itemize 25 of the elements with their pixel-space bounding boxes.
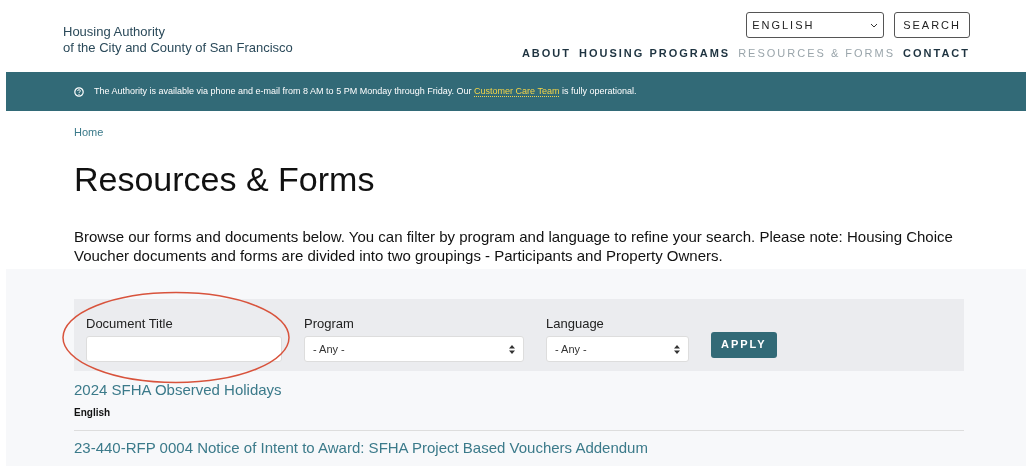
intro-paragraph: Browse our forms and documents below. You can filter by program and language to refine your search. Please note: Housing Choice Voucher documents and forms are divided into two groupings - Participants and Property Owners. (74, 226, 954, 265)
document-language: English (74, 406, 112, 420)
site-logo-text[interactable]: Housing Authority of the City and County of San Francisco (63, 0, 293, 72)
sort-arrows-icon (674, 344, 680, 354)
help-icon (74, 86, 84, 97)
filter-label: Document Title (86, 314, 174, 333)
document-link[interactable]: 23-440-RFP 0004 Notice of Intent to Award: SFHA Project Based Vouchers Addendum (74, 437, 964, 460)
nav-link[interactable]: ABOUT (521, 45, 571, 62)
nav-link[interactable]: CONTACT (903, 45, 970, 62)
customer-care-link[interactable]: Customer Care Team (474, 85, 560, 97)
nav-link[interactable]: HOUSING PROGRAMS (579, 45, 731, 62)
document-link[interactable]: 2024 SFHA Observed Holidays (74, 378, 964, 401)
language-select[interactable]: ENGLISH (746, 12, 885, 38)
apply-button[interactable]: APPLY (711, 331, 777, 358)
chevron-down-icon (870, 22, 879, 28)
search-button[interactable]: SEARCH (894, 12, 970, 38)
filter-select[interactable]: - Any - (546, 336, 689, 362)
filter-label: Program (304, 314, 355, 333)
filter-select[interactable]: - Any - (304, 336, 524, 362)
document-title-field[interactable] (86, 336, 282, 362)
breadcrumb-link[interactable]: Home (74, 124, 104, 141)
page-title: Resources & Forms (74, 158, 376, 199)
notice-text: The Authority is available via phone and e-mail from 8 AM to 5 PM Monday through Friday. Our Customer Care Team is fully operational. (94, 84, 637, 99)
filter-label: Language (546, 314, 605, 333)
sort-arrows-icon (509, 344, 515, 354)
